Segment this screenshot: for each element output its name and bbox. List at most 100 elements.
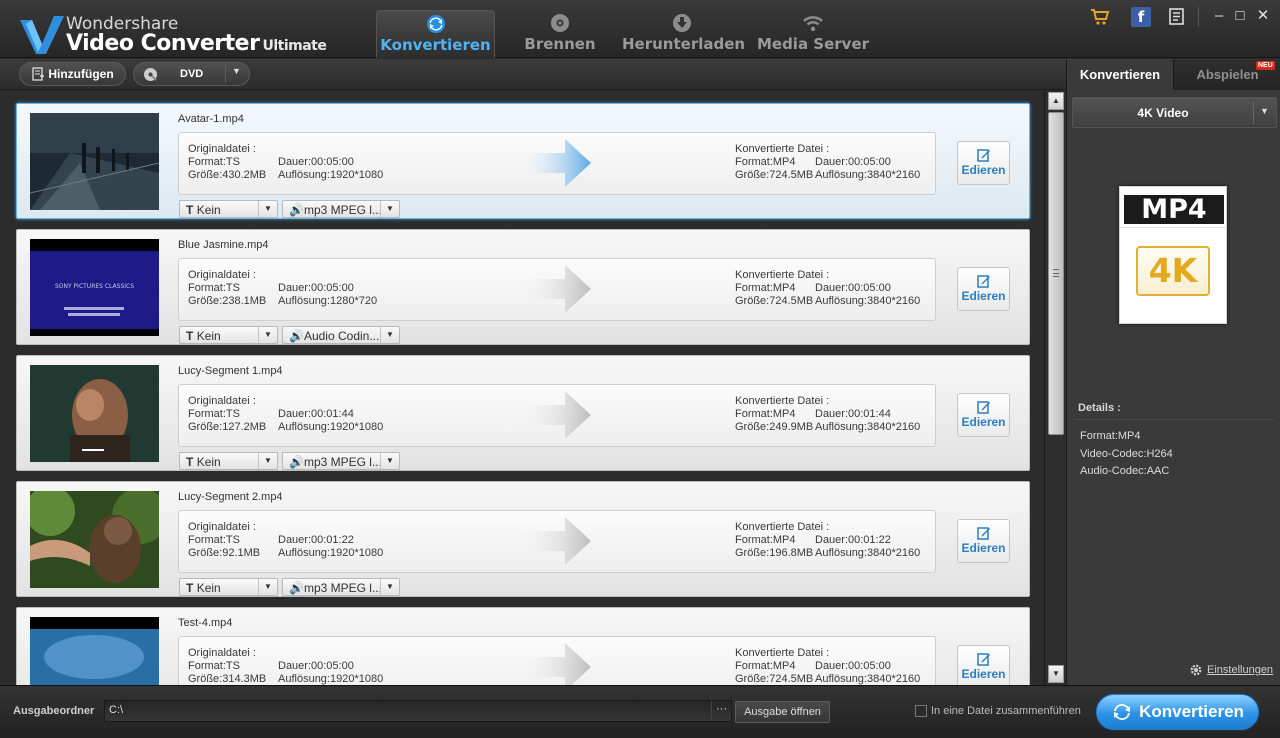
browse-button[interactable]: ··· [711, 701, 731, 721]
scroll-down-button[interactable]: ▼ [1048, 665, 1064, 683]
file-item[interactable]: SONY PICTURES CLASSICS Blue Jasmine.mp4 … [16, 229, 1030, 345]
edit-button[interactable]: Edieren [957, 267, 1010, 311]
format-4k-badge: 4K [1136, 246, 1210, 296]
format-preview-icon: MP4 4K [1119, 186, 1227, 324]
format-icon-label: MP4 [1124, 195, 1224, 224]
add-files-button[interactable]: Hinzufügen [19, 62, 126, 86]
tab-brennen[interactable]: Brennen [510, 10, 610, 58]
original-resolution: Auflösung:1280*720 [278, 295, 378, 307]
edit-icon [976, 401, 990, 414]
toolbar: Hinzufügen DVD ▼ [0, 59, 1066, 90]
add-file-icon [32, 67, 45, 81]
audio-track-value: Audio Codin... [303, 329, 380, 343]
original-resolution: Auflösung:1920*1080 [278, 547, 384, 559]
edit-button[interactable]: Edieren [957, 141, 1010, 185]
add-dvd-button[interactable]: DVD ▼ [133, 62, 250, 86]
tab-label: Herunterladen [622, 35, 746, 53]
tab-herunterladen[interactable]: Herunterladen [622, 10, 746, 58]
menu-icon[interactable] [1167, 7, 1187, 27]
merge-checkbox[interactable] [915, 705, 927, 717]
scroll-thumb[interactable] [1048, 112, 1064, 435]
cart-icon[interactable] [1090, 7, 1110, 27]
file-name: Test-4.mp4 [178, 617, 233, 629]
thumbnail-caption: SONY PICTURES CLASSICS [54, 283, 135, 290]
dvd-disc-icon [144, 68, 157, 81]
file-item[interactable]: Avatar-1.mp4 Originaldatei : Format:TS G… [16, 103, 1030, 219]
audio-track-select[interactable]: 🔊mp3 MPEG l... ▼ [282, 452, 400, 470]
subtitle-select[interactable]: T Kein ▼ [179, 200, 278, 218]
file-item[interactable]: Lucy-Segment 2.mp4 Originaldatei : Forma… [16, 481, 1030, 597]
converted-resolution: Auflösung:3840*2160 [815, 673, 921, 685]
file-info-box: Originaldatei : Format:TS Größe:238.1MB … [178, 258, 936, 321]
subtitle-select[interactable]: T Kein ▼ [179, 452, 278, 470]
original-duration: Dauer:00:05:00 [278, 156, 354, 168]
minimize-button[interactable]: – [1210, 7, 1228, 25]
converted-resolution: Auflösung:3840*2160 [815, 421, 921, 433]
edit-button[interactable]: Edieren [957, 645, 1010, 685]
title-bar: Wondershare Video Converter Ultimate Konv… [0, 0, 1280, 58]
audio-track-select[interactable]: 🔊Audio Codin... ▼ [282, 326, 400, 344]
original-size: Größe:314.3MB [188, 673, 267, 685]
convert-label: Konvertieren [1139, 702, 1244, 721]
original-file-title: Originaldatei : [188, 521, 256, 533]
convert-arrow-icon [519, 643, 591, 685]
convert-button[interactable]: Konvertieren [1096, 694, 1259, 730]
maximize-button[interactable]: □ [1231, 7, 1249, 25]
brand-name: Video Converter Ultimate [66, 31, 327, 56]
text-icon: T [186, 455, 194, 469]
list-scrollbar[interactable]: ▲ ▼ [1044, 91, 1066, 685]
refresh-icon [426, 15, 445, 33]
output-panel: Konvertieren Abspielen NEU 4K Video ▼ MP… [1066, 59, 1280, 685]
tab-panel-konvertieren[interactable]: Konvertieren [1067, 59, 1173, 90]
file-item[interactable]: Lucy-Segment 1.mp4 Originaldatei : Forma… [16, 355, 1030, 471]
speaker-icon: 🔊 [289, 581, 304, 595]
converted-format: Format:MP4 [735, 156, 796, 168]
tab-konvertieren[interactable]: Konvertieren [376, 10, 495, 58]
output-folder-field[interactable]: C:\ [104, 700, 732, 722]
converted-format: Format:MP4 [735, 534, 796, 546]
facebook-icon[interactable]: f [1131, 7, 1151, 27]
subtitle-select[interactable]: T Kein ▼ [179, 578, 278, 596]
wifi-icon [803, 16, 823, 32]
detail-audio-codec: Audio-Codec:AAC [1080, 465, 1170, 477]
converted-duration: Dauer:00:05:00 [815, 282, 891, 294]
select-separator [1253, 102, 1254, 124]
chevron-down-icon[interactable]: ▼ [232, 66, 241, 76]
settings-label: Einstellungen [1207, 664, 1274, 676]
chevron-down-icon: ▼ [258, 453, 277, 469]
convert-arrow-icon [519, 391, 591, 439]
grip-icon [1053, 269, 1059, 277]
audio-track-select[interactable]: 🔊mp3 MPEG l... ▼ [282, 578, 400, 596]
subtitle-select[interactable]: T Kein ▼ [179, 326, 278, 344]
chevron-down-icon: ▼ [1260, 106, 1269, 116]
original-format: Format:TS [188, 660, 240, 672]
open-output-button[interactable]: Ausgabe öffnen [735, 701, 830, 723]
output-format-value: 4K Video [1137, 106, 1189, 120]
scroll-up-button[interactable]: ▲ [1048, 92, 1064, 110]
original-size: Größe:430.2MB [188, 169, 267, 181]
audio-track-select[interactable]: 🔊mp3 MPEG l... ▼ [282, 200, 400, 218]
file-name: Lucy-Segment 1.mp4 [178, 365, 283, 377]
converted-size: Größe:724.5MB [735, 169, 814, 181]
edit-button[interactable]: Edieren [957, 519, 1010, 563]
converted-duration: Dauer:00:05:00 [815, 660, 891, 672]
tab-label: Abspielen [1196, 67, 1259, 82]
converted-file-title: Konvertierte Datei : [735, 143, 830, 155]
chevron-down-icon: ▼ [258, 327, 277, 343]
original-size: Größe:238.1MB [188, 295, 267, 307]
tab-media-server[interactable]: Media Server [756, 10, 870, 58]
close-button[interactable]: ✕ [1254, 7, 1272, 25]
format-icon-divider [1120, 227, 1226, 228]
subtitle-value: Kein [196, 203, 221, 217]
converted-size: Größe:249.9MB [735, 421, 814, 433]
output-format-select[interactable]: 4K Video ▼ [1072, 97, 1277, 128]
settings-link[interactable]: Einstellungen [1189, 663, 1273, 677]
subtitle-value: Kein [196, 329, 221, 343]
original-resolution: Auflösung:1920*1080 [278, 421, 384, 433]
edit-button[interactable]: Edieren [957, 393, 1010, 437]
audio-track-value: mp3 MPEG l... [303, 203, 382, 217]
add-files-label: Hinzufügen [48, 67, 114, 81]
convert-arrow-icon [519, 265, 591, 313]
file-item[interactable]: Test-4.mp4 Originaldatei : Format:TS Grö… [16, 607, 1030, 685]
edit-icon [976, 527, 990, 540]
